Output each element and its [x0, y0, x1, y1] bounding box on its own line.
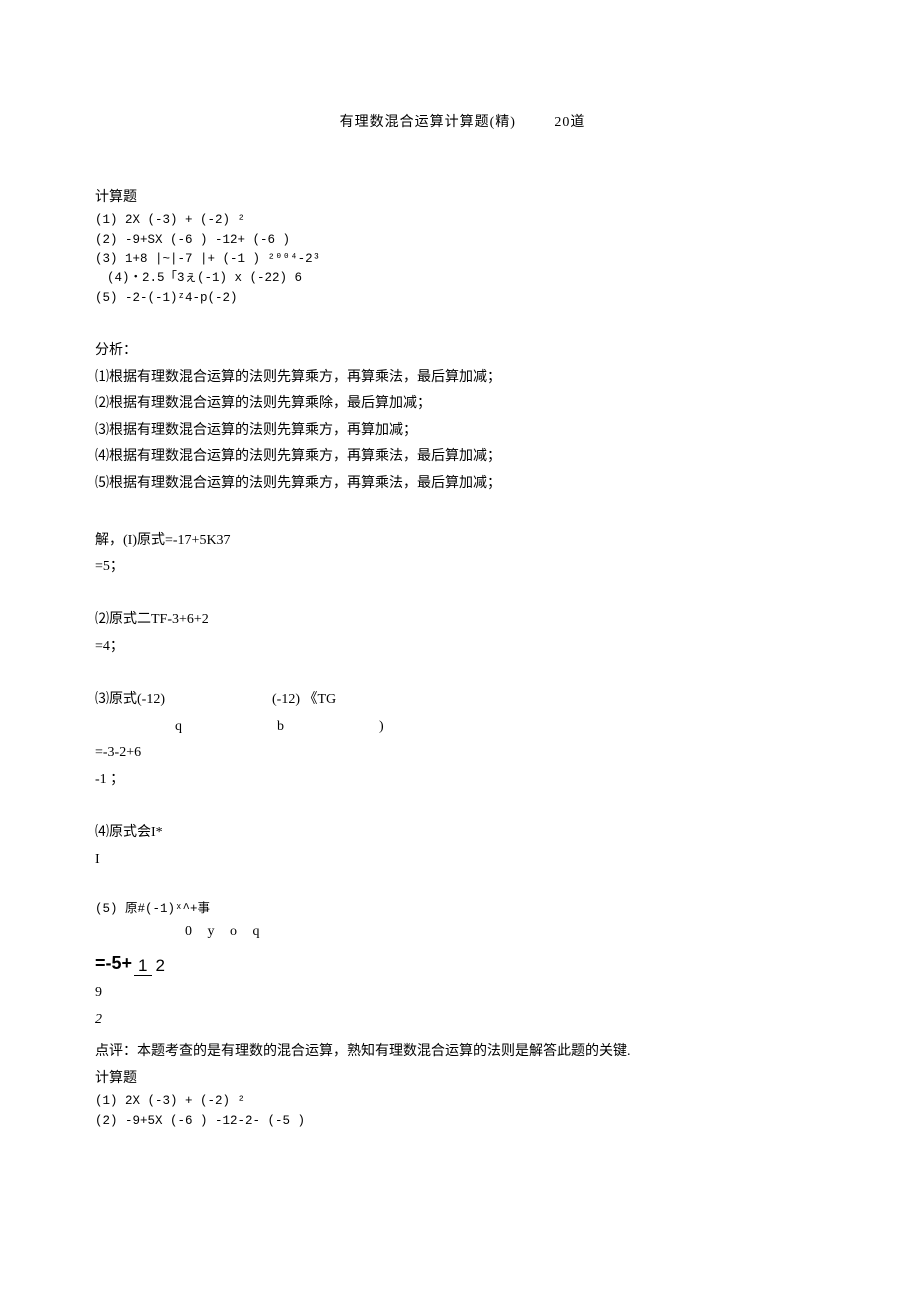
- problems-header: 计算题: [95, 1066, 830, 1093]
- solution-line: (5) 原#(-1)ˣ^+事: [95, 900, 830, 919]
- solution-fraction-line: =-5+12: [95, 946, 830, 980]
- solution-line: =5；: [95, 554, 830, 581]
- solution-4: ⑷原式会I* I: [95, 820, 830, 873]
- solution-line: 解，(I)原式=-17+5K37: [95, 528, 830, 555]
- analysis-line: ⑷根据有理数混合运算的法则先算乘方，再算乘法，最后算加减；: [95, 444, 830, 471]
- comment-line: 点评：本题考查的是有理数的混合运算，熟知有理数混合运算的法则是解答此题的关键.: [95, 1039, 830, 1066]
- problems-header: 计算题: [95, 185, 830, 212]
- problems-block-2: 计算题 (1) 2X (-3) + (-2) ² (2) -9+5X (-6 )…: [95, 1066, 830, 1131]
- title-count: 20道: [554, 110, 585, 137]
- title-main: 有理数混合运算计算题(精): [340, 115, 516, 130]
- solution-line: =-3-2+6: [95, 740, 830, 767]
- solution-5: (5) 原#(-1)ˣ^+事 0 y o q =-5+12 9 2: [95, 900, 830, 1033]
- solution-line: =4；: [95, 634, 830, 661]
- problem-line: (2) -9+SX (-6 ) -12+ (-6 ): [95, 231, 830, 250]
- analysis-block: 分析： ⑴根据有理数混合运算的法则先算乘方，再算乘法，最后算加减； ⑵根据有理数…: [95, 338, 830, 498]
- problem-line: (2) -9+5X (-6 ) -12-2- (-5 ): [95, 1112, 830, 1131]
- analysis-line: ⑶根据有理数混合运算的法则先算乘方，再算加减；: [95, 418, 830, 445]
- solution-line: 2: [95, 1007, 830, 1034]
- problem-line: (1) 2X (-3) + (-2) ²: [95, 211, 830, 230]
- problem-line: (4)・2.5「3ぇ(-1) x (-22) 6: [95, 269, 830, 288]
- problem-line: (1) 2X (-3) + (-2) ²: [95, 1092, 830, 1111]
- analysis-line: ⑴根据有理数混合运算的法则先算乘方，再算乘法，最后算加减；: [95, 365, 830, 392]
- fraction: 12: [134, 957, 169, 975]
- solution-line: I: [95, 847, 830, 874]
- analysis-line: ⑵根据有理数混合运算的法则先算乘除，最后算加减；: [95, 391, 830, 418]
- solution-1: 解，(I)原式=-17+5K37 =5；: [95, 528, 830, 581]
- solution-line: ⑵原式二TF-3+6+2: [95, 607, 830, 634]
- problem-line: (3) 1+8 |~|-7 |+ (-1 ) ²⁰⁰⁴-2³: [95, 250, 830, 269]
- solution-line: ⑷原式会I*: [95, 820, 830, 847]
- analysis-header: 分析：: [95, 338, 830, 365]
- problems-block-1: 计算题 (1) 2X (-3) + (-2) ² (2) -9+SX (-6 )…: [95, 185, 830, 308]
- analysis-line: ⑸根据有理数混合运算的法则先算乘方，再算乘法，最后算加减；: [95, 471, 830, 498]
- solution-line: q b ): [95, 714, 830, 741]
- solution-line: ⑶原式(-12) (-12) 《TG: [95, 687, 830, 714]
- problem-line: (5) -2-(-1)ᶻ4-p(-2): [95, 289, 830, 308]
- page-title: 有理数混合运算计算题(精) 20道: [95, 110, 830, 137]
- solution-line: -1 ；: [95, 767, 830, 794]
- solution-line: 0 y o q: [95, 919, 830, 946]
- solution-line: 9: [95, 980, 830, 1007]
- solution-3: ⑶原式(-12) (-12) 《TG q b ) =-3-2+6 -1 ；: [95, 687, 830, 793]
- solution-2: ⑵原式二TF-3+6+2 =4；: [95, 607, 830, 660]
